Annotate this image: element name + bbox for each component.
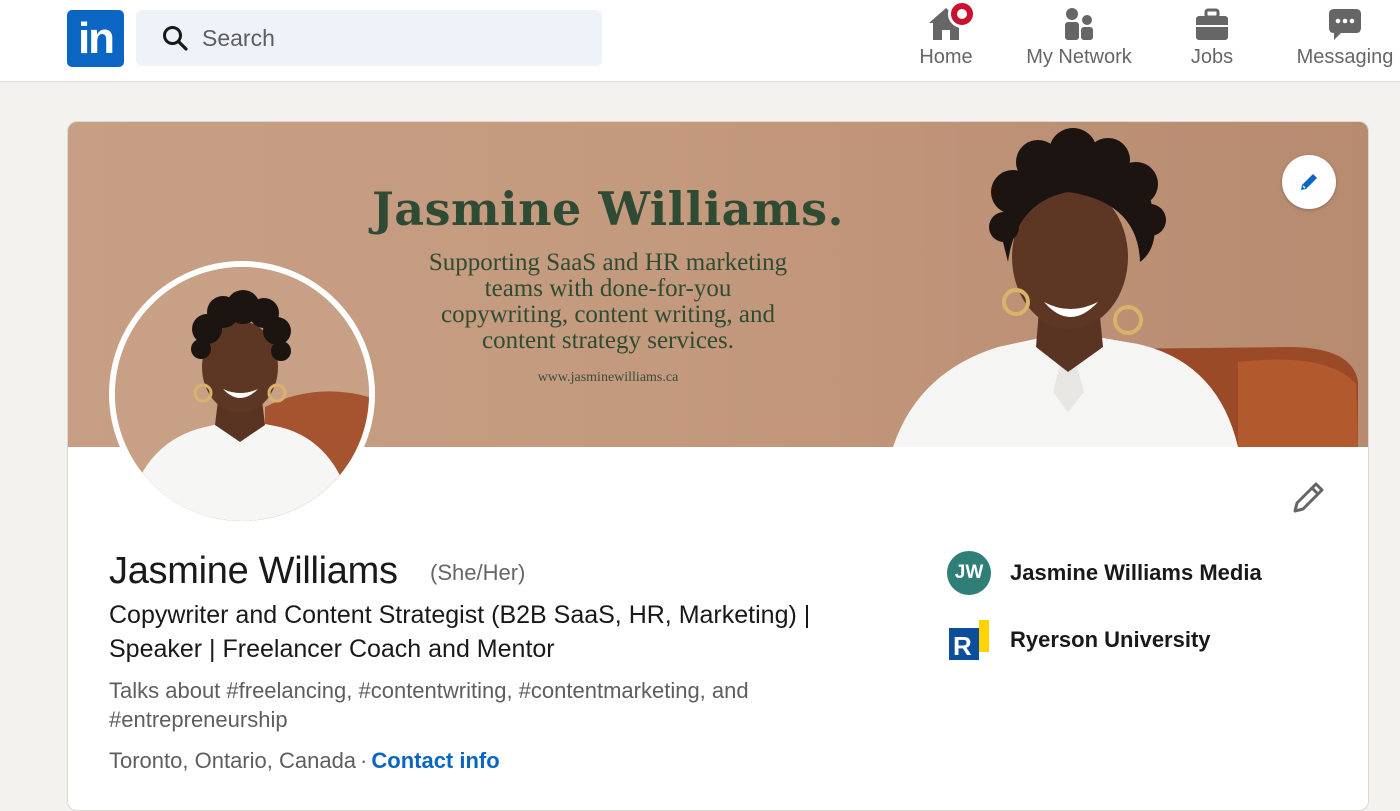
profile-headline-line: Copywriter and Content Strategist (B2B S… xyxy=(109,601,811,629)
pencil-icon xyxy=(1301,174,1317,190)
banner-tagline-line: teams with done-for-you xyxy=(484,275,732,302)
top-nav: in Home My Network Jobs xyxy=(0,0,1400,82)
nav-home[interactable]: Home xyxy=(908,0,984,82)
nav-my-network-label: My Network xyxy=(1026,46,1132,68)
org-label: Ryerson University xyxy=(1010,627,1211,652)
avatar-image xyxy=(115,267,369,521)
profile-location-row: Toronto, Ontario, Canada · Contact info xyxy=(109,748,500,774)
jw-media-logo: JW xyxy=(947,551,991,595)
profile-card: Jasmine Williams. Supporting SaaS and HR… xyxy=(67,121,1369,811)
banner-tagline-line: Supporting SaaS and HR marketing xyxy=(428,249,788,276)
banner-portrait-image xyxy=(893,128,1358,447)
talks-about-line: Talks about #freelancing, #contentwritin… xyxy=(109,678,749,703)
banner-url: www.jasminewilliams.ca xyxy=(537,370,679,385)
nav-messaging-label: Messaging xyxy=(1296,46,1394,68)
talks-about-line: #entrepreneurship xyxy=(109,707,288,732)
nav-jobs-label: Jobs xyxy=(1190,46,1234,68)
search-icon xyxy=(163,26,188,51)
profile-location: Toronto, Ontario, Canada xyxy=(109,748,357,773)
search-input[interactable] xyxy=(202,10,582,66)
nav-home-label: Home xyxy=(919,46,973,68)
chat-icon xyxy=(1329,9,1361,40)
edit-intro-pencil-icon[interactable] xyxy=(1290,480,1326,516)
profile-avatar[interactable] xyxy=(109,261,375,527)
network-icon xyxy=(1065,8,1093,40)
notification-badge xyxy=(948,0,976,28)
nav-messaging[interactable]: Messaging xyxy=(1290,0,1400,82)
banner-tagline-line: content strategy services. xyxy=(482,327,734,354)
profile-headline: Copywriter and Content Strategist (B2B S… xyxy=(109,598,909,666)
nav-jobs[interactable]: Jobs xyxy=(1180,0,1244,82)
briefcase-icon xyxy=(1196,8,1228,40)
banner-tagline: Supporting SaaS and HR marketing teams w… xyxy=(388,250,828,354)
nav-my-network[interactable]: My Network xyxy=(1016,0,1142,82)
contact-info-link[interactable]: Contact info xyxy=(371,748,499,773)
search-bar[interactable] xyxy=(136,10,602,66)
org-label: Jasmine Williams Media xyxy=(1010,560,1262,585)
separator-dot: · xyxy=(360,748,368,773)
profile-talks-about: Talks about #freelancing, #contentwritin… xyxy=(109,676,869,734)
ryerson-logo: R xyxy=(949,620,989,660)
profile-name: Jasmine Williams xyxy=(109,550,398,592)
banner-tagline-line: copywriting, content writing, and xyxy=(441,301,775,328)
edit-banner-button[interactable] xyxy=(1282,155,1336,209)
profile-pronouns: (She/Her) xyxy=(430,560,526,585)
ryerson-logo-letter: R xyxy=(953,631,972,660)
linkedin-logo[interactable]: in xyxy=(67,10,124,67)
profile-headline-line: Speaker | Freelancer Coach and Mentor xyxy=(109,635,555,663)
